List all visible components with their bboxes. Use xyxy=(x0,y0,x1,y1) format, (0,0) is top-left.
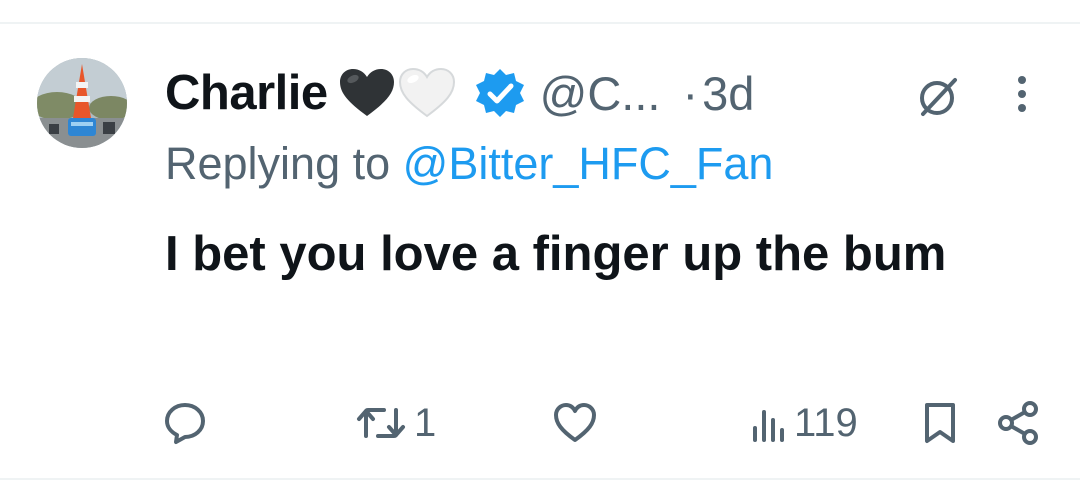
top-divider xyxy=(0,22,1080,24)
verified-badge-icon[interactable] xyxy=(474,67,526,119)
action-bar: 1 119 xyxy=(0,398,1080,448)
more-options-icon[interactable] xyxy=(1002,72,1042,122)
author-name[interactable]: Charlie xyxy=(165,65,328,121)
avatar[interactable] xyxy=(37,58,127,148)
replying-to-label: Replying to xyxy=(165,138,391,189)
views-button[interactable]: 119 xyxy=(750,398,858,448)
timestamp[interactable]: 3d xyxy=(702,66,754,121)
replying-to-line: Replying to @Bitter_HFC_Fan xyxy=(165,138,773,190)
like-button[interactable] xyxy=(552,398,598,448)
share-icon xyxy=(996,400,1042,446)
bottom-divider xyxy=(0,478,1080,480)
like-icon xyxy=(552,400,598,446)
reply-icon xyxy=(162,400,208,446)
replying-to-mention[interactable]: @Bitter_HFC_Fan xyxy=(403,138,774,189)
reply-button[interactable] xyxy=(162,398,208,448)
views-count: 119 xyxy=(794,400,858,445)
tweet-text: I bet you love a finger up the bum xyxy=(165,227,947,281)
retweet-button[interactable]: 1 xyxy=(356,398,436,448)
separator-dot: · xyxy=(682,66,699,120)
retweet-count: 1 xyxy=(414,400,437,445)
tweet-header: Charlie @C... · 3d xyxy=(165,62,754,124)
white-heart-emoji xyxy=(398,67,456,119)
black-heart-emoji xyxy=(338,67,396,119)
bookmark-button[interactable] xyxy=(920,398,960,448)
views-icon xyxy=(750,400,786,446)
avatar-image xyxy=(37,58,127,148)
grok-icon[interactable] xyxy=(913,72,963,122)
author-handle[interactable]: @C... xyxy=(540,66,661,121)
bookmark-icon xyxy=(920,400,960,446)
share-button[interactable] xyxy=(996,398,1042,448)
retweet-icon xyxy=(356,400,406,446)
